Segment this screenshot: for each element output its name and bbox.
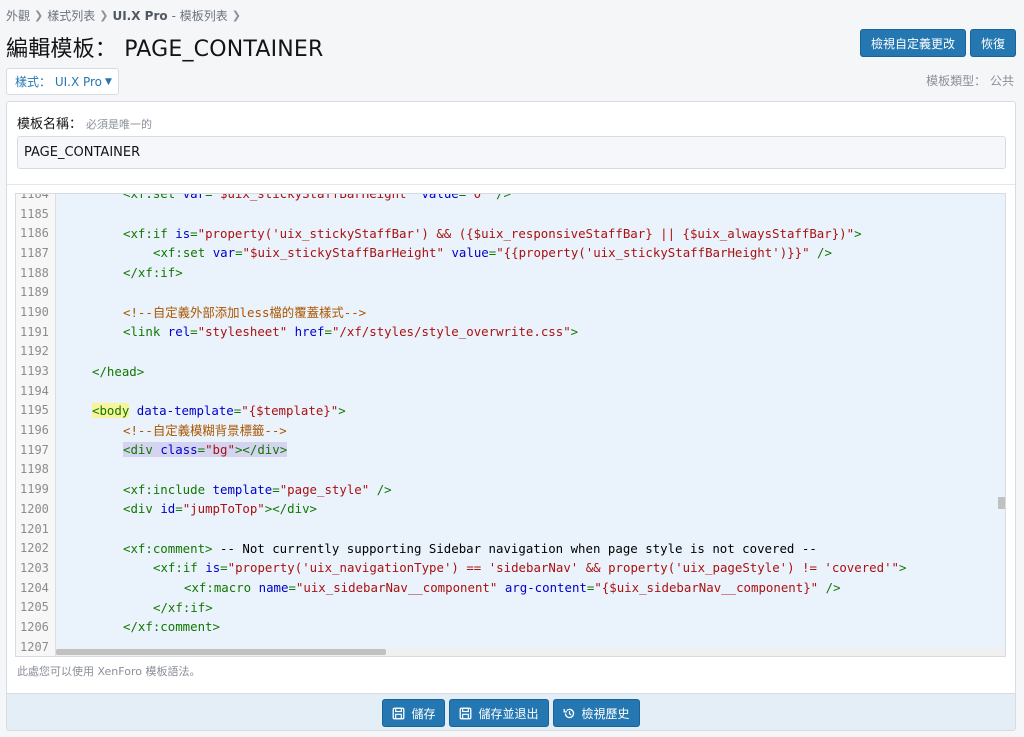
line-number: 1193 <box>20 364 49 379</box>
code-line: 1194 <box>16 381 1005 401</box>
code-line: 1202 <xf:comment> -- Not currently suppor… <box>16 538 1005 558</box>
line-number: 1207 <box>20 639 49 654</box>
line-number: 1200 <box>20 501 49 516</box>
line-number: 1206 <box>20 619 49 634</box>
code-line: 1201 <box>16 519 1005 539</box>
code-line: 1185 <box>16 204 1005 224</box>
template-name-input[interactable]: PAGE_CONTAINER <box>17 136 1006 169</box>
line-number: 1203 <box>20 560 49 575</box>
code-line: 1192 <box>16 342 1005 362</box>
code-line: 1193 </head> <box>16 361 1005 381</box>
template-name-label-text: 模板名稱： <box>17 117 83 132</box>
style-chooser[interactable]: 樣式： UI.X Pro ▼ <box>6 68 119 95</box>
caret-down-icon: ▼ <box>105 76 112 87</box>
template-name-label: 模板名稱： 必須是唯一的 <box>17 113 152 132</box>
help-text: 此處您可以使用 XenForo 模板語法。 <box>17 665 201 678</box>
save-exit-button[interactable]: 儲存並退出 <box>449 699 549 727</box>
line-number: 1185 <box>20 206 49 221</box>
vertical-scrollbar-thumb[interactable] <box>998 497 1005 509</box>
line-number: 1194 <box>20 383 49 398</box>
save-icon <box>460 707 472 719</box>
code-line: 1200 <div id="jumpToTop"></div> <box>16 499 1005 519</box>
code-line: 1184 <xf:set var="$uix_stickyStaffBarHeig… <box>16 193 1005 204</box>
line-number: 1204 <box>20 580 49 595</box>
line-number: 1199 <box>20 482 49 497</box>
page-title: 編輯模板： PAGE_CONTAINER <box>6 37 324 62</box>
save-icon <box>393 707 405 719</box>
line-number: 1188 <box>20 265 49 280</box>
horizontal-scrollbar[interactable] <box>56 648 1005 656</box>
code-line: 1191 <link rel="stylesheet" href="/xf/sty… <box>16 322 1005 342</box>
code-line: 1203 <xf:if is="property('uix_navigationT… <box>16 558 1005 578</box>
line-number: 1198 <box>20 462 49 477</box>
code-line: 1195 <body data-template="{$template}"> <box>16 401 1005 421</box>
code-line: 1204 <xf:macro name="uix_sidebarNav__comp… <box>16 578 1005 598</box>
line-number: 1191 <box>20 324 49 339</box>
save-label: 儲存 <box>411 706 436 721</box>
code-line: 1187 <xf:set var="$uix_stickyStaffBarHeig… <box>16 243 1005 263</box>
code-lines: 1184 <xf:set var="$uix_stickyStaffBarHeig… <box>16 193 1005 656</box>
view-history-button[interactable]: 檢視歷史 <box>552 699 640 727</box>
line-number: 1186 <box>20 226 49 241</box>
code-line: 1206 </xf:comment> <box>16 617 1005 637</box>
template-form: 模板名稱： 必須是唯一的 PAGE_CONTAINER 1184 <xf:set v… <box>6 101 1016 731</box>
view-custom-changes-button[interactable]: 檢視自定義更改 <box>860 29 966 57</box>
code-line: 1205 </xf:if> <box>16 597 1005 617</box>
template-name-hint: 必須是唯一的 <box>86 118 153 131</box>
code-line: 1189 <box>16 282 1005 302</box>
view-history-label: 檢視歷史 <box>581 706 630 721</box>
history-icon <box>563 708 574 718</box>
save-button[interactable]: 儲存 <box>382 699 446 727</box>
divider <box>7 184 1015 185</box>
breadcrumb-styles[interactable]: 樣式列表 <box>47 7 95 24</box>
code-line: 1188 </xf:if> <box>16 263 1005 283</box>
form-footer: 儲存 儲存並退出 檢視歷史 <box>7 693 1015 730</box>
template-type: 模板類型： 公共 <box>926 74 1014 88</box>
line-number: 1201 <box>20 521 49 536</box>
breadcrumb-appearance[interactable]: 外觀 <box>6 7 30 24</box>
revert-button[interactable]: 恢復 <box>970 29 1016 57</box>
chevron-right-icon: ❯ <box>231 9 241 22</box>
code-line: 1197 <div class="bg"></div> <box>16 440 1005 460</box>
line-number: 1202 <box>20 541 49 556</box>
chevron-right-icon: ❯ <box>99 9 109 22</box>
line-number: 1196 <box>20 423 49 438</box>
code-line: 1199 <xf:include template="page_style" /> <box>16 479 1005 499</box>
breadcrumb-style-name[interactable]: UI.X Pro <box>112 9 167 23</box>
chevron-right-icon: ❯ <box>34 9 44 22</box>
line-number: 1184 <box>20 193 49 201</box>
code-line: 1186 <xf:if is="property('uix_stickyStaff… <box>16 223 1005 243</box>
code-editor[interactable]: 1184 <xf:set var="$uix_stickyStaffBarHeig… <box>15 193 1006 657</box>
line-number: 1197 <box>20 442 49 457</box>
horizontal-scrollbar-thumb[interactable] <box>56 649 386 655</box>
breadcrumb: 外觀 ❯ 樣式列表 ❯ UI.X Pro - 模板列表 ❯ <box>6 7 245 24</box>
style-chooser-label: 樣式： UI.X Pro <box>15 75 103 89</box>
line-number: 1187 <box>20 245 49 260</box>
breadcrumb-templates[interactable]: - 模板列表 <box>172 7 228 24</box>
save-exit-label: 儲存並退出 <box>478 706 539 721</box>
line-number: 1190 <box>20 304 49 319</box>
code-line: 1198 <box>16 460 1005 480</box>
line-number: 1189 <box>20 285 49 300</box>
line-number: 1205 <box>20 600 49 615</box>
code-line: 1196 <!--自定義模糊背景標籤--> <box>16 420 1005 440</box>
line-number: 1192 <box>20 344 49 359</box>
line-number: 1195 <box>20 403 49 418</box>
code-line: 1190 <!--自定義外部添加less檔的覆蓋樣式--> <box>16 302 1005 322</box>
